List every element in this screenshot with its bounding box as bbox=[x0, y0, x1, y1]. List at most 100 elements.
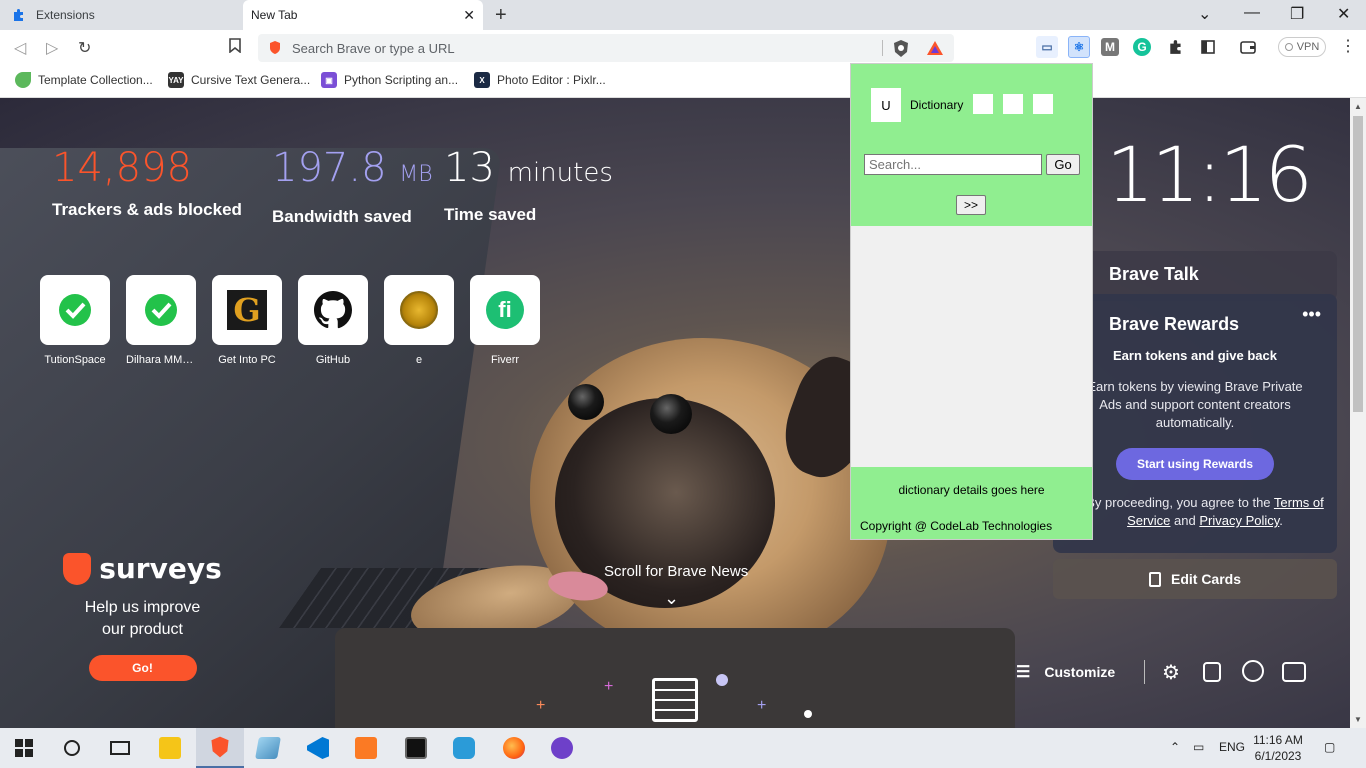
stat-unit: minutes bbox=[507, 158, 613, 188]
settings-icon[interactable]: ⚙ bbox=[1162, 660, 1180, 685]
bookmarks-icon[interactable] bbox=[1203, 662, 1221, 682]
rewards-terms: By proceeding, you agree to the Terms of… bbox=[1073, 494, 1337, 530]
extension-icon[interactable]: ▭ bbox=[1036, 36, 1058, 58]
checkmark-icon bbox=[145, 294, 177, 326]
tab-search-icon[interactable]: ⌄ bbox=[1198, 4, 1211, 24]
top-site-tile[interactable]: GitHub bbox=[298, 275, 368, 366]
bookmark-item[interactable]: ▣ Python Scripting an... bbox=[321, 72, 458, 88]
scroll-down-icon[interactable]: ▼ bbox=[1354, 715, 1362, 724]
notepad-icon[interactable] bbox=[244, 728, 292, 768]
sidebar-icon[interactable] bbox=[1197, 36, 1219, 58]
vpn-button[interactable]: VPN bbox=[1278, 37, 1326, 57]
decor-dot bbox=[804, 710, 812, 718]
brave-talk-title: Brave Talk bbox=[1109, 264, 1199, 284]
top-site-tile[interactable]: G Get Into PC bbox=[212, 275, 282, 366]
brave-rewards-icon[interactable] bbox=[926, 40, 944, 61]
leaf-icon bbox=[15, 72, 31, 88]
stat-label: Time saved bbox=[444, 205, 537, 224]
terminal-icon[interactable] bbox=[392, 728, 440, 768]
bookmark-item[interactable]: X Photo Editor : Pixlr... bbox=[474, 72, 606, 88]
restore-button[interactable]: ❐ bbox=[1290, 4, 1304, 24]
taskbar-clock[interactable]: 11:16 AM 6/1/2023 bbox=[1248, 732, 1308, 764]
close-window-button[interactable]: ✕ bbox=[1337, 4, 1350, 24]
brave-taskbar-icon[interactable] bbox=[196, 728, 244, 768]
top-site-tile[interactable]: e bbox=[384, 275, 454, 366]
omnibox[interactable]: Search Brave or type a URL bbox=[258, 34, 954, 62]
chevron-down-icon[interactable]: ⌄ bbox=[664, 588, 679, 609]
history-icon[interactable] bbox=[1242, 660, 1264, 682]
wallet-icon[interactable] bbox=[1237, 36, 1259, 58]
text-generator-icon: YAY bbox=[168, 72, 184, 88]
bookmark-icon[interactable] bbox=[229, 38, 241, 58]
chevron-up-icon[interactable]: ⌃ bbox=[1170, 740, 1180, 754]
edit-cards-button[interactable]: Edit Cards bbox=[1053, 559, 1337, 599]
edge-icon[interactable] bbox=[440, 728, 488, 768]
stat-bandwidth: 197.8 MB Bandwidth saved bbox=[272, 146, 433, 227]
brave-shields-icon[interactable] bbox=[892, 39, 910, 63]
top-site-tile[interactable]: TutionSpace bbox=[40, 275, 110, 366]
task-view-icon[interactable] bbox=[96, 728, 144, 768]
top-site-tile[interactable]: fi Fiverr bbox=[470, 275, 540, 366]
video-icon[interactable] bbox=[1282, 662, 1306, 682]
popup-icon-box[interactable] bbox=[973, 94, 993, 114]
seal-icon bbox=[400, 291, 438, 329]
popup-details: dictionary details goes here bbox=[898, 483, 1045, 497]
mendeley-extension-icon[interactable]: M bbox=[1101, 38, 1119, 56]
top-site-tile[interactable]: Dilhara MMS... bbox=[126, 275, 196, 366]
stat-trackers: 14,898 Trackers & ads blocked bbox=[52, 146, 242, 220]
xampp-icon[interactable] bbox=[342, 728, 390, 768]
firefox-icon[interactable] bbox=[490, 728, 538, 768]
close-icon[interactable]: ✕ bbox=[463, 7, 475, 24]
popup-copyright: Copyright @ CodeLab Technologies bbox=[860, 519, 1053, 533]
vpn-status-icon bbox=[1284, 43, 1293, 51]
dictionary-extension-icon[interactable]: ⚛ bbox=[1068, 36, 1090, 58]
popup-go-button[interactable]: Go bbox=[1046, 154, 1080, 175]
notifications-icon[interactable]: ▢ bbox=[1324, 740, 1335, 754]
terms-text: . bbox=[1279, 513, 1283, 528]
search-icon[interactable] bbox=[48, 728, 96, 768]
bookmark-item[interactable]: YAY Cursive Text Genera... bbox=[168, 72, 310, 88]
new-tab-button[interactable]: + bbox=[495, 4, 507, 27]
vscode-icon[interactable] bbox=[294, 728, 342, 768]
surveys-text-line: Help us improve bbox=[84, 599, 201, 616]
popup-icon-box[interactable] bbox=[1033, 94, 1053, 114]
toolbar: ◁ ▷ ↻ Search Brave or type a URL ▭ ⚛ M G… bbox=[0, 30, 1366, 66]
back-icon[interactable]: ◁ bbox=[14, 38, 26, 58]
github-desktop-icon[interactable] bbox=[538, 728, 586, 768]
pixlr-icon: X bbox=[474, 72, 490, 88]
menu-icon[interactable]: ⋮ bbox=[1340, 36, 1356, 56]
surveys-widget: surveys Help us improve our product Go! bbox=[40, 552, 245, 681]
network-icon[interactable]: ▭ bbox=[1193, 740, 1204, 754]
surveys-go-button[interactable]: Go! bbox=[88, 655, 197, 681]
scroll-for-news[interactable]: Scroll for Brave News bbox=[604, 563, 748, 580]
background-pug-eye bbox=[650, 394, 692, 434]
stat-label: Trackers & ads blocked bbox=[52, 200, 242, 219]
popup-search-input[interactable]: Search... bbox=[864, 154, 1042, 175]
windows-start-icon[interactable] bbox=[0, 728, 48, 768]
tab-label: New Tab bbox=[251, 8, 298, 22]
language-indicator[interactable]: ENG bbox=[1219, 740, 1245, 754]
extensions-puzzle-icon[interactable] bbox=[1165, 36, 1187, 58]
popup-next-button[interactable]: >> bbox=[956, 195, 986, 215]
grammarly-extension-icon[interactable]: G bbox=[1133, 38, 1151, 56]
bookmarks-bar: Template Collection... YAY Cursive Text G… bbox=[0, 66, 1366, 98]
tab-extensions[interactable]: Extensions bbox=[0, 0, 242, 30]
taskbar-date: 6/1/2023 bbox=[1254, 749, 1302, 763]
top-site-label: Fiverr bbox=[490, 354, 520, 366]
start-rewards-button[interactable]: Start using Rewards bbox=[1116, 448, 1274, 480]
file-explorer-icon[interactable] bbox=[146, 728, 194, 768]
customize-button[interactable]: ☰ Customize bbox=[1016, 662, 1115, 682]
bookmark-item[interactable]: Template Collection... bbox=[15, 72, 153, 88]
privacy-link[interactable]: Privacy Policy bbox=[1199, 513, 1279, 528]
popup-footer: dictionary details goes here Copyright @… bbox=[851, 467, 1092, 539]
tab-new-tab[interactable]: New Tab ✕ bbox=[243, 0, 483, 30]
scrollbar-thumb[interactable] bbox=[1353, 116, 1363, 412]
stat-label: Bandwidth saved bbox=[272, 207, 412, 226]
minimize-button[interactable]: — bbox=[1244, 4, 1260, 22]
reload-icon[interactable]: ↻ bbox=[78, 38, 91, 58]
forward-icon[interactable]: ▷ bbox=[46, 38, 58, 58]
popup-icon-box[interactable] bbox=[1003, 94, 1023, 114]
scroll-up-icon[interactable]: ▲ bbox=[1354, 102, 1362, 111]
scrollbar[interactable]: ▲ ▼ bbox=[1350, 98, 1366, 728]
more-options-icon[interactable]: ••• bbox=[1302, 304, 1321, 325]
